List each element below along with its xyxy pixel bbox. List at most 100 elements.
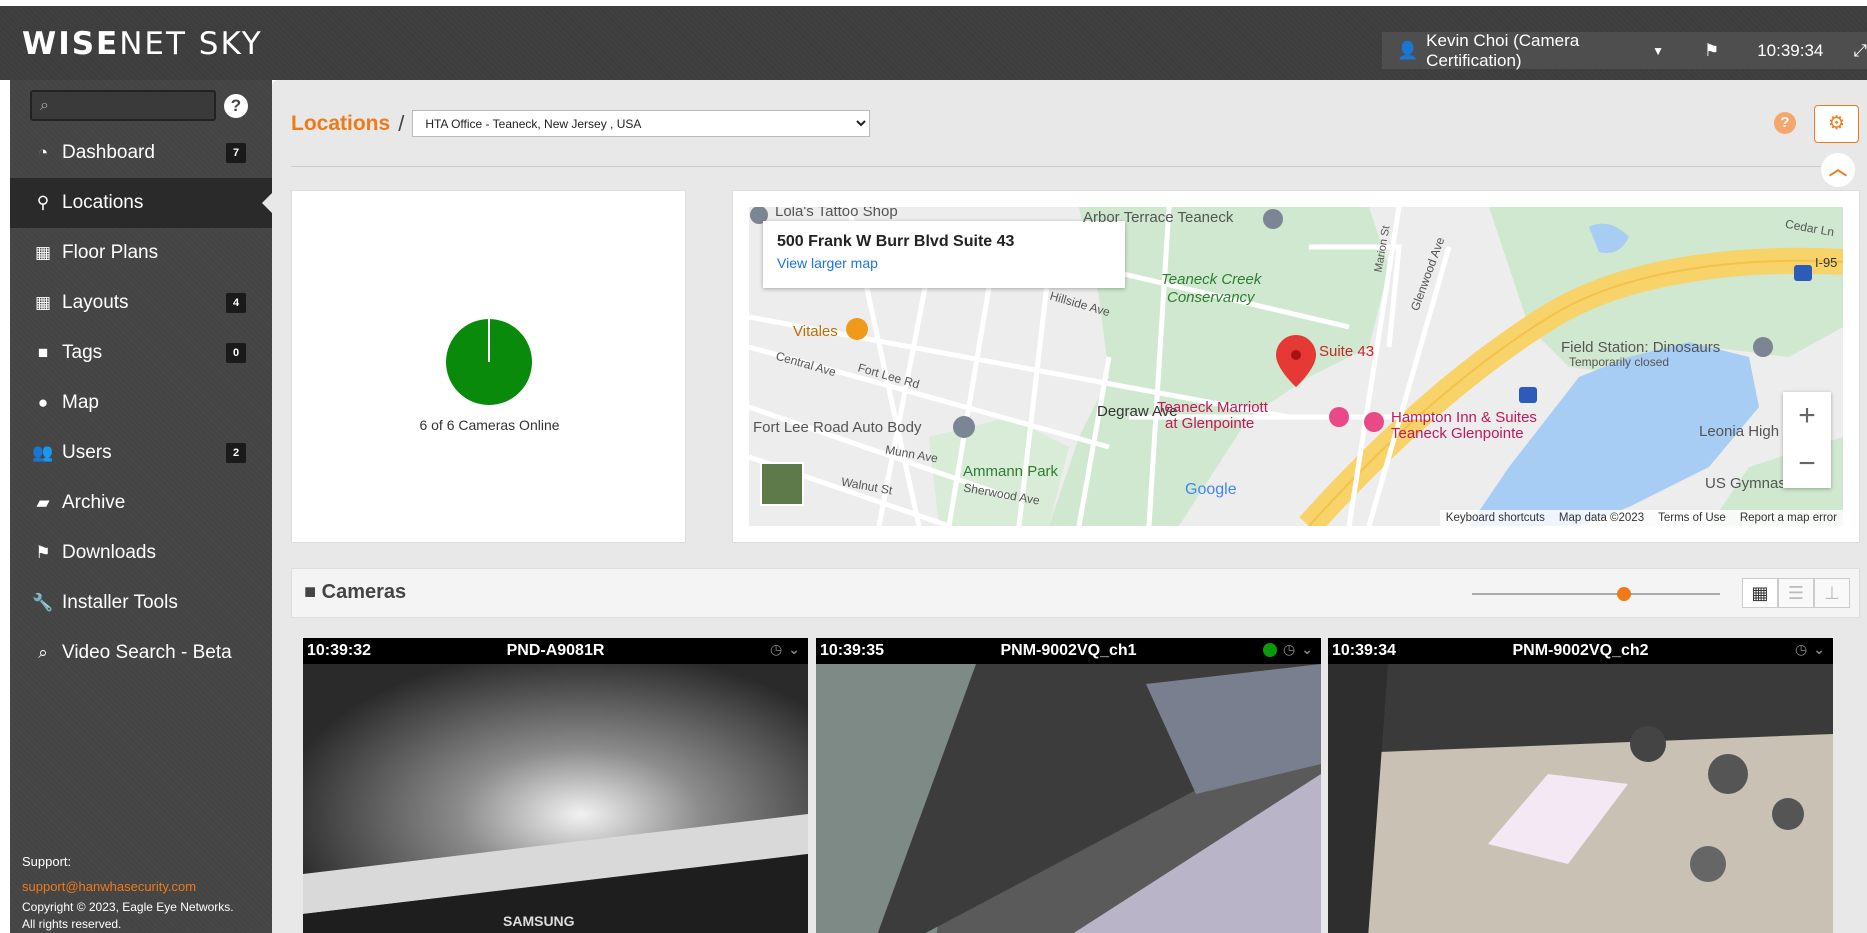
user-name: Kevin Choi (Camera Certification): [1426, 30, 1580, 70]
map-label: Teaneck Creek: [1161, 271, 1262, 288]
thumbnail-size-slider[interactable]: [1472, 587, 1720, 601]
map-info-window: 500 Frank W Burr Blvd Suite 43 View larg…: [763, 221, 1125, 288]
wrench-icon: 🔧: [32, 593, 54, 612]
google-logo: Google: [1185, 481, 1237, 498]
sidebar-item-label: Video Search - Beta: [62, 642, 232, 663]
location-select[interactable]: HTA Office - Teaneck, New Jersey , USA: [412, 110, 871, 137]
zoom-out-button[interactable]: −: [1783, 440, 1831, 488]
camera-tile[interactable]: 10:39:35 PNM-9002VQ_ch1 ◷ ⌄: [816, 638, 1321, 933]
keyboard-shortcuts-link[interactable]: Keyboard shortcuts: [1446, 512, 1545, 524]
map-label: Temporarily closed: [1569, 355, 1670, 369]
terms-link[interactable]: Terms of Use: [1658, 512, 1726, 524]
sidebar-item-label: Tags: [62, 342, 103, 363]
map-label: Conservancy: [1167, 289, 1255, 306]
online-pie-chart: [446, 319, 532, 405]
breadcrumb-locations[interactable]: Locations: [291, 112, 390, 136]
app-logo[interactable]: WISENET SKY: [22, 26, 263, 62]
camera-name: PND-A9081R: [506, 642, 605, 659]
map-attribution: Keyboard shortcuts Map data ©2023 Terms …: [1439, 510, 1843, 526]
camera-tile-header: 10:39:32 PND-A9081R ◷ ⌄: [303, 638, 808, 664]
sidebar-item-tags[interactable]: ■ Tags 0: [10, 328, 272, 378]
help-icon[interactable]: ?: [224, 94, 248, 118]
logo-bold: WISE: [22, 26, 120, 62]
search-input[interactable]: ⌕: [30, 90, 216, 121]
support-email-link[interactable]: support@hanwhasecurity.com: [22, 878, 234, 895]
location-map[interactable]: 500 Frank W Burr Blvd Suite 43 View larg…: [749, 207, 1843, 526]
fullscreen-icon[interactable]: ⤢: [1853, 41, 1867, 61]
user-menu[interactable]: 👤 Kevin Choi (Camera Certification) ▼: [1397, 31, 1664, 71]
grid-view-button[interactable]: ▦: [1742, 578, 1778, 608]
camera-feed: [1328, 664, 1833, 933]
dashboard-icon: ◔: [37, 143, 49, 162]
video-camera-icon: ■: [304, 581, 317, 603]
clock: 10:39:34: [1757, 40, 1824, 60]
user-toolbar: 👤 Kevin Choi (Camera Certification) ▼ ⚑ …: [1382, 31, 1867, 71]
view-mode-toggle: ▦ ☰ ⊥: [1742, 578, 1850, 608]
map-label: Field Station: Dinosaurs: [1561, 339, 1721, 356]
map-label: at Glenpointe: [1165, 415, 1255, 432]
copyright-line: All rights reserved.: [22, 917, 122, 931]
map-zoom-controls: + −: [1783, 392, 1831, 488]
chevron-down-icon[interactable]: ⌄: [788, 641, 800, 658]
sidebar-item-archive[interactable]: ▰ Archive: [10, 478, 272, 528]
tree-view-button[interactable]: ⊥: [1814, 578, 1850, 608]
camera-controls: ◷ ⌄: [770, 641, 800, 658]
samsung-logo: SAMSUNG: [503, 913, 575, 929]
map-label: Teaneck Glenpointe: [1391, 425, 1524, 442]
settings-button[interactable]: ⚙: [1814, 105, 1859, 143]
count-badge: 4: [226, 293, 246, 313]
report-error-link[interactable]: Report a map error: [1740, 512, 1837, 524]
sidebar-item-locations[interactable]: ⚲ Locations: [10, 178, 272, 228]
sidebar-item-video-search[interactable]: ⌕ Video Search - Beta: [10, 628, 272, 678]
slider-handle[interactable]: [1617, 587, 1631, 601]
folder-open-icon: ▰: [36, 493, 50, 512]
chevron-down-icon: ▼: [1652, 43, 1664, 58]
camera-name: PNM-9002VQ_ch1: [1000, 642, 1137, 659]
search-icon: ⌕: [40, 97, 49, 114]
map-label: Arbor Terrace Teaneck: [1083, 209, 1234, 226]
sidebar-nav: ◔ Dashboard 7 ⚲ Locations ▦ Floor Plans …: [10, 128, 272, 678]
gear-icon: ⚙: [1827, 113, 1846, 134]
cameras-online-text: 6 of 6 Cameras Online: [419, 417, 560, 433]
camera-tile-header: 10:39:35 PNM-9002VQ_ch1 ◷ ⌄: [816, 638, 1321, 664]
map-label: Teaneck Marriott: [1157, 399, 1268, 416]
chevron-down-icon[interactable]: ⌄: [1813, 641, 1825, 658]
sidebar-item-floor-plans[interactable]: ▦ Floor Plans: [10, 228, 272, 278]
users-icon: 👥: [32, 443, 54, 462]
map-label: I-95: [1815, 255, 1838, 270]
support-info: Support: support@hanwhasecurity.com Copy…: [22, 853, 234, 933]
clock-icon: ◷: [1283, 641, 1296, 657]
camera-feed: [816, 664, 1321, 933]
map-pin-icon: ⚲: [36, 193, 50, 212]
sidebar-item-label: Locations: [62, 192, 144, 213]
clock-icon: ◷: [770, 641, 783, 657]
top-bar: WISENET SKY 👤 Kevin Choi (Camera Certifi…: [0, 0, 1867, 80]
sidebar-item-map[interactable]: ● Map: [10, 378, 272, 428]
camera-controls: ◷ ⌄: [1795, 641, 1825, 658]
main-content: Locations / HTA Office - Teaneck, New Je…: [272, 80, 1867, 933]
map-address: 500 Frank W Burr Blvd Suite 43: [777, 233, 1015, 250]
map-label: Lola's Tattoo Shop: [775, 207, 898, 220]
zoom-in-button[interactable]: +: [1783, 392, 1831, 440]
collapse-button[interactable]: ︿: [1821, 153, 1855, 187]
chevron-down-icon[interactable]: ⌄: [1301, 641, 1313, 658]
cameras-title: ■ Cameras: [304, 581, 406, 604]
sidebar-item-downloads[interactable]: ⚑ Downloads: [10, 528, 272, 578]
camera-controls: ◷ ⌄: [1263, 641, 1313, 658]
sidebar-item-dashboard[interactable]: ◔ Dashboard 7: [10, 128, 272, 178]
sidebar-item-users[interactable]: 👥 Users 2: [10, 428, 272, 478]
view-larger-map-link[interactable]: View larger map: [777, 255, 1111, 271]
globe-icon: ●: [37, 393, 49, 412]
sidebar-item-label: Archive: [62, 492, 126, 513]
sidebar-item-label: Floor Plans: [62, 242, 159, 263]
breadcrumb-separator: /: [398, 110, 405, 136]
help-icon[interactable]: ?: [1774, 112, 1796, 134]
camera-tile[interactable]: 10:39:32 PND-A9081R ◷ ⌄ SAMSUNG: [303, 638, 808, 933]
map-pin-label: Suite 43: [1319, 343, 1375, 360]
flag-icon[interactable]: ⚑: [1704, 41, 1719, 61]
camera-tile[interactable]: 10:39:34 PNM-9002VQ_ch2 ◷ ⌄: [1328, 638, 1833, 933]
sidebar-item-installer-tools[interactable]: 🔧 Installer Tools: [10, 578, 272, 628]
sidebar-item-layouts[interactable]: ▦ Layouts 4: [10, 278, 272, 328]
list-view-button[interactable]: ☰: [1778, 578, 1814, 608]
grid-icon: ▦: [34, 293, 52, 312]
